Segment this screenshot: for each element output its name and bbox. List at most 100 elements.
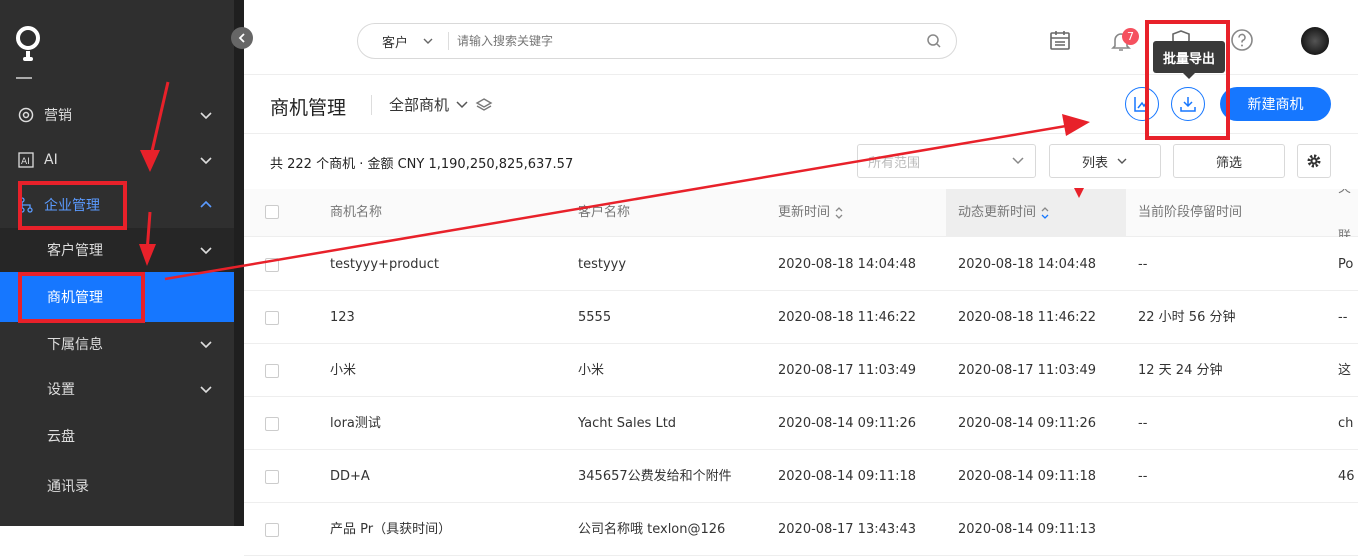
svg-text:AI: AI (21, 157, 30, 167)
column-header: 当前阶段停留时间 (1138, 205, 1243, 220)
table-cell (1138, 503, 1328, 556)
chevron-down-icon (200, 341, 212, 349)
table-row[interactable]: testyyy+product testyyy 2020-08-18 14:04:4… (244, 238, 1358, 291)
filter-label: 筛选 (1215, 155, 1242, 171)
table-cell[interactable]: DD+A (330, 450, 570, 503)
page-title: 商机管理 (270, 97, 347, 119)
chevron-down-icon (423, 38, 433, 44)
select-all-checkbox[interactable] (265, 205, 279, 219)
sidebar-item-cloud-disk[interactable]: 云盘 (0, 414, 234, 458)
table-cell[interactable]: 123 (330, 291, 570, 344)
column-header-label: 更新时间 (778, 205, 831, 220)
table-cell: -- (1338, 310, 1348, 325)
list-view-button[interactable]: 列表 (1049, 144, 1161, 178)
table-row[interactable]: 小米 小米 2020-08-17 11:03:49 2020-08-17 11:03:… (244, 344, 1358, 397)
sidebar-item-customers[interactable]: 客户管理 (0, 228, 234, 272)
table-row[interactable]: DD+A 345657公费发给和个附件 2020-08-14 09:11:18 202… (244, 450, 1358, 503)
table-header: 商机名称 客户名称 更新时间 动态更新时间 当前阶段停留时间 关联 (244, 189, 1358, 237)
row-checkbox[interactable] (265, 417, 279, 431)
table-row[interactable]: 123 5555 2020-08-18 11:46:22 2020-08-18 11:… (244, 291, 1358, 344)
gear-icon (1307, 154, 1321, 168)
chevron-up-icon (200, 200, 212, 208)
search-type-label: 客户 (382, 35, 409, 51)
table-cell: 345657公费发给和个附件 (578, 469, 732, 484)
divider (371, 95, 372, 115)
row-checkbox[interactable] (265, 470, 279, 484)
table-row[interactable]: lora测试 Yacht Sales Ltd 2020-08-14 09:11:26… (244, 397, 1358, 450)
search-bar: 客户 (357, 23, 957, 59)
table-row[interactable]: 产品 Pr（具获时间） 公司名称哦 texlon@126 2020-08-17 13… (244, 503, 1358, 556)
sidebar-edge (234, 0, 244, 526)
calendar-icon[interactable] (1048, 28, 1072, 52)
sidebar-item-ai[interactable]: AI AI (0, 138, 234, 182)
table-cell: 5555 (578, 310, 612, 325)
table-cell: -- (1138, 257, 1148, 272)
table-cell: 2020-08-18 11:46:22 (778, 310, 917, 325)
annotation-box (18, 272, 145, 323)
filter-button[interactable]: 筛选 (1173, 144, 1285, 178)
search-icon[interactable] (926, 33, 942, 49)
view-select[interactable]: 全部商机 (389, 94, 493, 115)
list-view-label: 列表 (1081, 155, 1108, 171)
table-cell: Yacht Sales Ltd (578, 416, 677, 431)
search-type-select[interactable]: 客户 (358, 32, 448, 51)
collapse-sidebar-button[interactable] (231, 27, 253, 49)
sidebar-item-contacts[interactable]: 通讯录 (0, 464, 234, 508)
column-header: 商机名称 (330, 205, 383, 220)
table-cell[interactable]: 小米 (330, 344, 570, 397)
sidebar-item-subordinates[interactable]: 下属信息 (0, 322, 234, 366)
row-checkbox[interactable] (265, 523, 279, 537)
notification-badge: 7 (1122, 28, 1139, 45)
sidebar-item-label: 通讯录 (47, 479, 89, 495)
row-checkbox[interactable] (265, 364, 279, 378)
table-cell[interactable]: testyyy+product (330, 238, 570, 291)
table-cell: 2020-08-14 09:11:18 (958, 469, 1097, 484)
avatar[interactable] (1301, 27, 1329, 55)
column-header[interactable]: 动态更新时间 (946, 189, 1126, 237)
view-select-label: 全部商机 (389, 96, 450, 114)
settings-button[interactable] (1297, 144, 1331, 178)
table-cell: 12 天 24 分钟 (1138, 363, 1223, 378)
sidebar-item-label: 设置 (47, 382, 75, 398)
chevron-left-icon (238, 33, 245, 43)
sidebar-item-settings[interactable]: 设置 (0, 367, 234, 411)
summary-text: 共 222 个商机 · 金额 CNY 1,190,250,825,637.57 (270, 157, 574, 172)
row-checkbox[interactable] (265, 258, 279, 272)
table-cell[interactable]: lora测试 (330, 397, 570, 450)
logo[interactable] (16, 26, 44, 66)
table-cell: 2020-08-14 09:11:13 (958, 522, 1097, 537)
range-select[interactable]: 所有范围 (857, 144, 1036, 178)
chevron-down-icon (200, 157, 212, 165)
divider (16, 77, 32, 79)
new-opportunity-button[interactable]: 新建商机 (1220, 87, 1331, 121)
target-icon (18, 107, 34, 123)
sidebar: 营销 AI AI 企业管理 客户管理 商机管理 下属信息 设置 云盘 通讯录 (0, 0, 234, 526)
chevron-down-icon (456, 100, 468, 108)
table-cell: 2020-08-14 09:11:26 (958, 416, 1097, 431)
table-cell[interactable]: 产品 Pr（具获时间） (330, 503, 570, 556)
sidebar-item-marketing[interactable]: 营销 (0, 93, 234, 137)
table-cell: 2020-08-18 14:04:48 (778, 257, 917, 272)
annotation-box (1145, 20, 1230, 140)
sidebar-item-label: 客户管理 (47, 243, 103, 259)
annotation-box (18, 181, 127, 230)
column-header: 客户名称 (578, 205, 631, 220)
column-header: 关联 (1338, 189, 1352, 237)
table-cell: 46 (1338, 469, 1355, 484)
sidebar-item-label: AI (44, 152, 58, 168)
table-cell: 这 (1338, 363, 1352, 378)
table-cell: 2020-08-18 14:04:48 (958, 257, 1097, 272)
column-header[interactable]: 更新时间 (778, 189, 844, 237)
sidebar-item-label: 下属信息 (47, 337, 103, 353)
column-header-label: 动态更新时间 (958, 205, 1037, 220)
row-checkbox[interactable] (265, 311, 279, 325)
table-cell: ch (1338, 416, 1354, 431)
chevron-down-icon (200, 247, 212, 255)
sidebar-item-label: 云盘 (47, 429, 75, 445)
chevron-down-icon (1012, 157, 1024, 165)
help-icon[interactable] (1230, 28, 1254, 52)
chevron-down-icon (1117, 158, 1127, 164)
search-input[interactable] (457, 34, 897, 48)
table-cell (1338, 503, 1358, 556)
layers-icon[interactable] (475, 96, 493, 114)
